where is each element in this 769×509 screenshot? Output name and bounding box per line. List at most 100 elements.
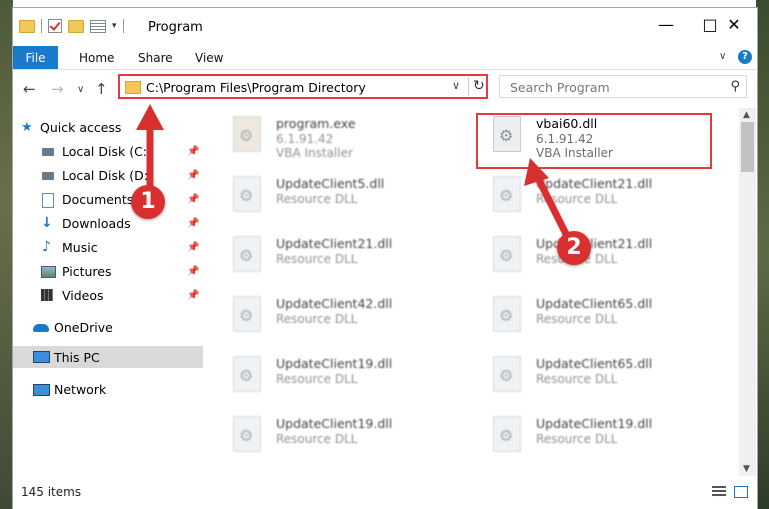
desktop-background-right bbox=[756, 0, 769, 509]
annotation-badge-2: 2 bbox=[557, 231, 591, 265]
file-name: UpdateClient19.dll bbox=[276, 356, 393, 371]
separator bbox=[41, 19, 42, 33]
sidebar-item-label: Local Disk (C:) bbox=[62, 143, 152, 159]
forward-icon[interactable]: → bbox=[51, 80, 64, 98]
file-item[interactable]: UpdateClient19.dll Resource DLL bbox=[473, 412, 713, 462]
sidebar-item-label: Pictures bbox=[62, 263, 112, 279]
sidebar-item-videos[interactable]: Videos 📌 bbox=[13, 284, 203, 306]
pin-icon[interactable]: 📌 bbox=[187, 218, 199, 229]
sidebar-item-downloads[interactable]: ↓ Downloads 📌 bbox=[13, 212, 203, 234]
file-name: UpdateClient19.dll bbox=[536, 416, 653, 431]
highlight-box bbox=[476, 113, 712, 169]
file-item[interactable]: UpdateClient65.dll Resource DLL bbox=[473, 352, 713, 402]
file-item[interactable]: UpdateClient21.dll Resource DLL bbox=[473, 232, 713, 282]
sidebar-item-label: This PC bbox=[54, 349, 100, 365]
sidebar-item-music[interactable]: ♪ Music 📌 bbox=[13, 236, 203, 258]
sidebar-item-onedrive[interactable]: OneDrive bbox=[13, 316, 203, 338]
dll-icon bbox=[493, 416, 521, 452]
properties-icon[interactable] bbox=[90, 19, 106, 33]
sidebar-item-label: Music bbox=[62, 239, 98, 255]
installer-icon bbox=[233, 116, 261, 152]
sidebar-item-local-disk-c[interactable]: Local Disk (C:) 📌 bbox=[13, 140, 203, 162]
file-name: UpdateClient5.dll bbox=[276, 176, 385, 191]
file-item[interactable]: UpdateClient42.dll Resource DLL bbox=[213, 292, 453, 342]
tab-home[interactable]: Home bbox=[79, 51, 114, 65]
pin-icon[interactable]: 📌 bbox=[187, 266, 199, 277]
sidebar-item-label: Local Disk (D:) bbox=[62, 167, 153, 183]
status-bar: 145 items bbox=[13, 480, 757, 504]
sidebar-item-local-disk-d[interactable]: Local Disk (D:) 📌 bbox=[13, 164, 203, 186]
address-dropdown-icon[interactable]: ∨ bbox=[452, 79, 460, 92]
address-bar[interactable]: C:\Program Files\Program Directory ∨ ↻ bbox=[118, 74, 488, 99]
scrollbar-thumb[interactable] bbox=[741, 122, 754, 172]
search-box[interactable]: Search Program ⚲ bbox=[499, 75, 747, 98]
recent-locations-icon[interactable]: ∨ bbox=[77, 84, 84, 95]
file-item[interactable]: UpdateClient19.dll Resource DLL bbox=[213, 412, 453, 462]
sidebar-item-label: Network bbox=[54, 381, 107, 397]
downloads-icon: ↓ bbox=[41, 215, 53, 231]
sidebar-item-label: Videos bbox=[62, 287, 104, 303]
file-description: VBA Installer bbox=[276, 146, 353, 160]
pin-icon[interactable]: 📌 bbox=[187, 194, 199, 205]
file-name: UpdateClient21.dll bbox=[276, 236, 393, 251]
sidebar-item-pictures[interactable]: Pictures 📌 bbox=[13, 260, 203, 282]
address-path[interactable]: C:\Program Files\Program Directory bbox=[146, 80, 366, 95]
tab-file[interactable]: File bbox=[13, 46, 58, 69]
file-name: UpdateClient42.dll bbox=[276, 296, 393, 311]
dll-icon bbox=[233, 416, 261, 452]
pin-icon[interactable]: 📌 bbox=[187, 146, 199, 157]
search-icon[interactable]: ⚲ bbox=[730, 79, 740, 94]
customize-toolbar-icon[interactable]: ▾ bbox=[112, 21, 117, 31]
title-bar: ▾ Program — □ ✕ bbox=[13, 8, 757, 42]
file-item[interactable]: UpdateClient21.dll Resource DLL bbox=[213, 232, 453, 282]
help-icon[interactable]: ? bbox=[738, 50, 752, 64]
refresh-icon[interactable]: ↻ bbox=[473, 78, 485, 94]
sidebar-item-label: Downloads bbox=[62, 215, 131, 231]
pin-icon[interactable]: 📌 bbox=[187, 242, 199, 253]
separator bbox=[468, 77, 469, 96]
details-view-icon[interactable] bbox=[712, 486, 726, 498]
sidebar-item-label: Quick access bbox=[40, 119, 122, 135]
file-description: Resource DLL bbox=[536, 372, 618, 386]
scroll-down-icon[interactable]: ▼ bbox=[743, 464, 750, 474]
vertical-scrollbar[interactable]: ▲ ▼ bbox=[739, 108, 756, 476]
sidebar-item-network[interactable]: Network bbox=[13, 378, 203, 400]
new-folder-icon[interactable] bbox=[68, 19, 84, 33]
sidebar-item-label: OneDrive bbox=[54, 319, 113, 335]
search-input[interactable]: Search Program bbox=[510, 80, 610, 95]
file-item[interactable]: UpdateClient65.dll Resource DLL bbox=[473, 292, 713, 342]
file-name: UpdateClient21.dll bbox=[536, 236, 653, 251]
expand-ribbon-icon[interactable]: ∨ bbox=[719, 51, 726, 62]
explorer-window: ▾ Program — □ ✕ File Home Share View ∨ ?… bbox=[13, 8, 757, 509]
dll-icon bbox=[493, 356, 521, 392]
large-icons-view-icon[interactable] bbox=[734, 486, 748, 498]
up-icon[interactable]: ↑ bbox=[95, 80, 108, 98]
file-description: Resource DLL bbox=[276, 432, 358, 446]
sidebar-item-this-pc[interactable]: This PC bbox=[13, 346, 203, 368]
separator bbox=[122, 19, 124, 33]
file-version: 6.1.91.42 bbox=[276, 132, 334, 146]
properties-check-icon[interactable] bbox=[48, 19, 62, 33]
back-icon[interactable]: ← bbox=[23, 80, 36, 98]
tab-view[interactable]: View bbox=[195, 51, 223, 65]
scroll-up-icon[interactable]: ▲ bbox=[743, 110, 750, 120]
file-description: Resource DLL bbox=[276, 372, 358, 386]
file-item[interactable]: program.exe 6.1.91.42 VBA Installer bbox=[213, 112, 453, 162]
close-icon[interactable]: ✕ bbox=[711, 8, 757, 40]
ribbon-tabs: File Home Share View ∨ ? bbox=[13, 46, 757, 70]
file-item[interactable]: UpdateClient5.dll Resource DLL bbox=[213, 172, 453, 222]
tab-share[interactable]: Share bbox=[138, 51, 173, 65]
file-item[interactable]: UpdateClient19.dll Resource DLL bbox=[213, 352, 453, 402]
pin-icon[interactable]: 📌 bbox=[187, 170, 199, 181]
sidebar-item-documents[interactable]: Documents 📌 bbox=[13, 188, 203, 210]
drive-icon bbox=[42, 172, 54, 180]
music-icon: ♪ bbox=[42, 239, 51, 255]
pc-icon bbox=[33, 351, 50, 363]
file-item[interactable]: UpdateClient21.dll Resource DLL bbox=[473, 172, 713, 222]
pin-icon[interactable]: 📌 bbox=[187, 290, 199, 301]
star-icon: ★ bbox=[21, 119, 33, 135]
minimize-icon[interactable]: — bbox=[643, 8, 689, 40]
sidebar-item-quick-access[interactable]: ★ Quick access bbox=[13, 116, 203, 138]
documents-icon bbox=[42, 193, 54, 208]
item-count: 145 items bbox=[21, 485, 82, 499]
